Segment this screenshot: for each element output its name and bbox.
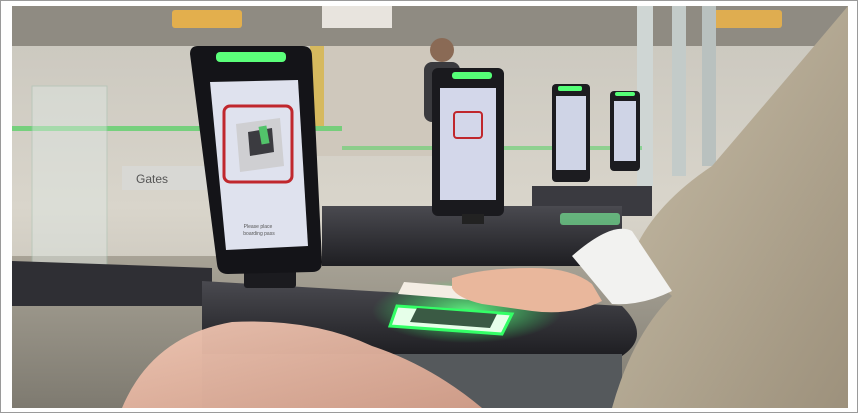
image-frame: Gates Please place boarding pass: [0, 0, 858, 413]
far-gate-status-light: [558, 86, 582, 91]
screen-caption-line1: Please place: [244, 224, 273, 230]
background-person-head: [430, 38, 454, 62]
far-gate-screen-3: [556, 96, 586, 170]
pillar: [672, 6, 686, 176]
near-gate-barrier: [12, 261, 212, 306]
pillar: [702, 6, 716, 166]
ceiling-light: [172, 10, 242, 28]
airport-egate-photo: Gates Please place boarding pass: [12, 6, 848, 408]
near-gate-status-light: [216, 52, 286, 62]
photo-canvas: Gates Please place boarding pass: [12, 6, 848, 408]
middle-gate-scanner-glow: [560, 213, 620, 225]
glass-panel: [31, 85, 108, 267]
middle-kiosk-stand: [462, 214, 484, 224]
shop-front: [312, 46, 432, 156]
ceiling-light: [712, 10, 782, 28]
middle-gate-status-light: [452, 72, 492, 79]
screen-caption-line2: boarding pass: [243, 231, 275, 237]
far-gate-status-light: [615, 92, 635, 96]
middle-gate-screen: [440, 88, 496, 200]
wall-sign-text: Gates: [136, 172, 168, 186]
far-gate-screen-4: [614, 101, 636, 161]
ceiling-display: [322, 6, 392, 28]
